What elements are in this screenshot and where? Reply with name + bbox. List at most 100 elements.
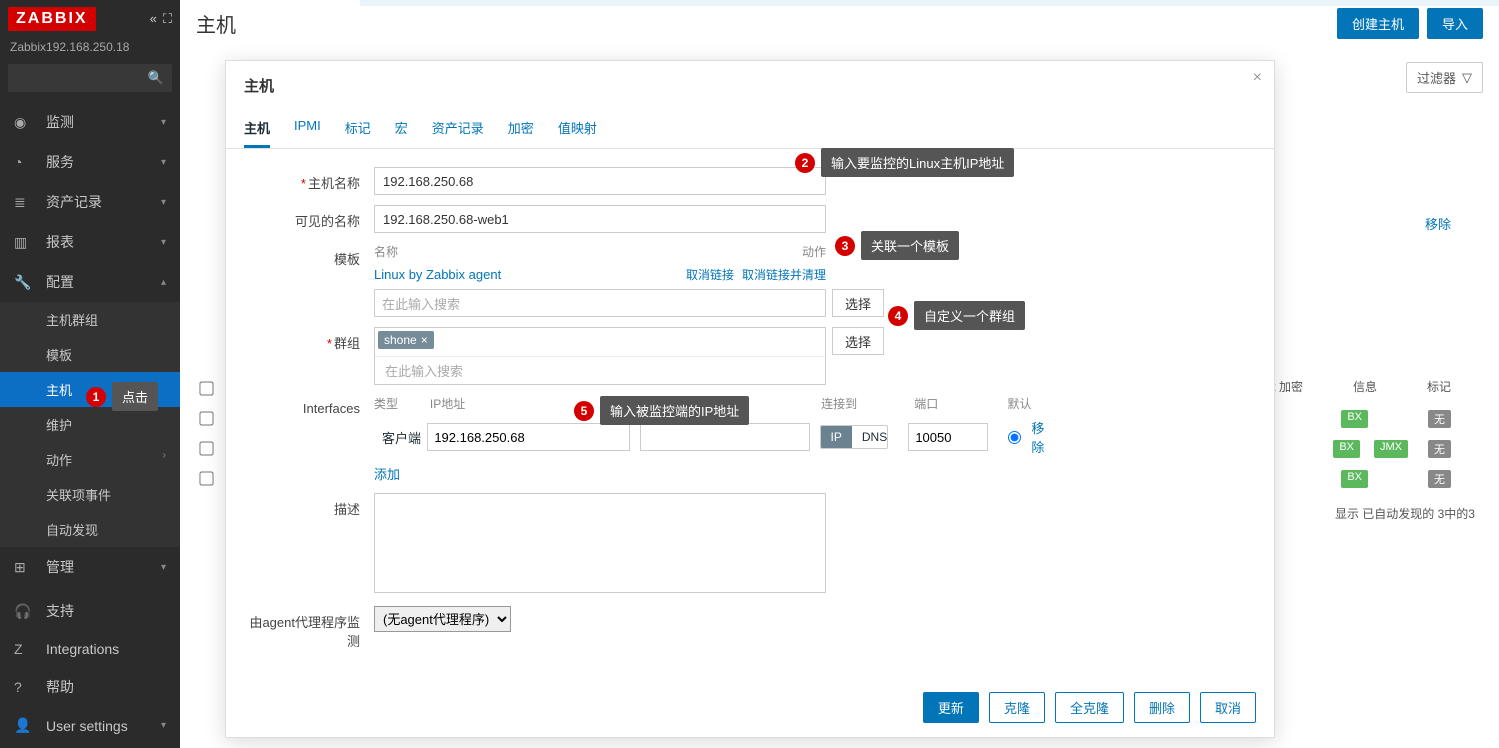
user-icon: 👤 <box>14 717 34 734</box>
delete-button[interactable]: 删除 <box>1134 692 1190 723</box>
filter-label: 过滤器 <box>1417 68 1456 87</box>
chevron-down-icon: ▾ <box>161 157 166 168</box>
unlink-clear-link[interactable]: 取消链接并清理 <box>742 266 826 283</box>
nav-monitoring[interactable]: ◉ 监测 ▾ <box>0 102 180 142</box>
groups-multiselect[interactable]: shone × 在此输入搜索 <box>374 327 826 385</box>
if-dns-input[interactable] <box>640 423 810 451</box>
nav-label: 配置 <box>46 272 74 292</box>
tab-host[interactable]: 主机 <box>244 110 270 148</box>
nav-label: 帮助 <box>46 677 74 697</box>
col-tags: 标记 <box>1427 378 1451 395</box>
row-checkbox[interactable] <box>199 471 213 485</box>
fullscreen-icon[interactable]: ⛶ <box>163 11 172 27</box>
visible-name-input[interactable] <box>374 205 826 233</box>
remove-tag-icon[interactable]: × <box>421 333 428 347</box>
nav-label: Integrations <box>46 641 119 657</box>
template-search[interactable]: 在此输入搜索 <box>374 289 826 317</box>
sub-hostgroups[interactable]: 主机群组 <box>0 302 180 337</box>
conn-dns[interactable]: DNS <box>852 426 888 448</box>
nav-user-settings[interactable]: 👤 User settings ▾ <box>0 707 180 744</box>
create-host-button[interactable]: 创建主机 <box>1337 8 1419 39</box>
template-linked[interactable]: Linux by Zabbix agent <box>374 267 686 282</box>
nav-reports[interactable]: ▥ 报表 ▾ <box>0 222 180 262</box>
group-tag[interactable]: shone × <box>378 331 434 349</box>
nav-services[interactable]: ◔ 服务 ▾ <box>0 142 180 182</box>
nav-inventory[interactable]: ≣ 资产记录 ▾ <box>0 182 180 222</box>
row-checkbox[interactable] <box>199 381 213 395</box>
sidebar: ZABBIX « ⛶ Zabbix192.168.250.18 🔍 ◉ 监测 ▾… <box>0 0 180 748</box>
tab-macros[interactable]: 宏 <box>395 110 408 148</box>
list-icon: ≣ <box>14 194 34 211</box>
nav-config[interactable]: 🔧 配置 ▴ <box>0 262 180 302</box>
help-icon: ? <box>14 679 34 695</box>
filter-button[interactable]: 过滤器 ▽ <box>1406 62 1483 93</box>
tab-valuemaps[interactable]: 值映射 <box>558 110 597 148</box>
conn-toggle[interactable]: IP DNS <box>820 425 889 449</box>
sub-correlation[interactable]: 关联项事件 <box>0 477 180 512</box>
tab-tags[interactable]: 标记 <box>345 110 371 148</box>
if-head-type: 类型 <box>374 395 430 412</box>
sub-actions[interactable]: 动作 › <box>0 442 180 477</box>
zabbix-logo: ZABBIX <box>8 7 96 31</box>
sidebar-search[interactable]: 🔍 <box>8 64 172 92</box>
unlink-link[interactable]: 取消链接 <box>686 266 734 283</box>
if-port-input[interactable] <box>908 423 988 451</box>
server-label: Zabbix192.168.250.18 <box>0 38 180 60</box>
nav-integrations[interactable]: Z Integrations <box>0 631 180 667</box>
zbx-badge: BX <box>1333 440 1360 458</box>
annotation-num-4: 4 <box>888 306 908 326</box>
import-button[interactable]: 导入 <box>1427 8 1483 39</box>
row-checkbox[interactable] <box>199 411 213 425</box>
nav-label: 服务 <box>46 152 74 172</box>
chevron-down-icon: ▾ <box>161 197 166 208</box>
remove-link-bg[interactable]: 移除 <box>1425 214 1451 233</box>
sub-maintenance[interactable]: 维护 <box>0 407 180 442</box>
row-checkbox[interactable] <box>199 441 213 455</box>
nav-config-sub: 主机群组 模板 主机 维护 动作 › 关联项事件 自动发现 <box>0 302 180 547</box>
tab-inventory[interactable]: 资产记录 <box>432 110 484 148</box>
if-remove-link[interactable]: 移除 <box>1031 418 1054 456</box>
group-select-button[interactable]: 选择 <box>832 327 884 355</box>
annotation-label-3: 关联一个模板 <box>861 231 959 260</box>
sub-templates[interactable]: 模板 <box>0 337 180 372</box>
if-ip-input[interactable] <box>427 423 629 451</box>
label-description: 描述 <box>334 502 360 517</box>
add-interface-link[interactable]: 添加 <box>374 464 400 483</box>
close-icon[interactable]: × <box>1253 69 1262 87</box>
template-select-button[interactable]: 选择 <box>832 289 884 317</box>
chevron-down-icon: ▾ <box>161 720 166 731</box>
host-name-input[interactable] <box>374 167 826 195</box>
host-modal: × 主机 主机 IPMI 标记 宏 资产记录 加密 值映射 *主机名称 可见的名… <box>225 60 1275 738</box>
gear-icon: ⊞ <box>14 559 34 576</box>
nav-label: 支持 <box>46 601 74 621</box>
if-default-radio[interactable] <box>1008 431 1021 444</box>
chevron-down-icon: ▾ <box>161 117 166 128</box>
encryption-none: 无 <box>1428 440 1451 458</box>
label-templates: 模板 <box>334 252 360 267</box>
collapse-icon[interactable]: « <box>150 11 157 27</box>
annotation-label-2: 输入要监控的Linux主机IP地址 <box>821 148 1014 177</box>
proxy-select[interactable]: (无agent代理程序) <box>374 606 511 632</box>
annotation-label-4: 自定义一个群组 <box>914 301 1025 330</box>
clock-icon: ◔ <box>14 154 34 170</box>
tab-encryption[interactable]: 加密 <box>508 110 534 148</box>
filter-icon: ▽ <box>1462 70 1472 86</box>
update-button[interactable]: 更新 <box>923 692 979 723</box>
annotation-num-5: 5 <box>574 401 594 421</box>
cancel-button[interactable]: 取消 <box>1200 692 1256 723</box>
full-clone-button[interactable]: 全克隆 <box>1055 692 1124 723</box>
encryption-none: 无 <box>1428 470 1451 488</box>
conn-ip[interactable]: IP <box>821 426 852 448</box>
nav-admin[interactable]: ⊞ 管理 ▾ <box>0 547 180 587</box>
nav-help[interactable]: ? 帮助 <box>0 667 180 707</box>
sub-discovery[interactable]: 自动发现 <box>0 512 180 547</box>
description-textarea[interactable] <box>374 493 826 593</box>
chart-icon: ▥ <box>14 234 34 251</box>
clone-button[interactable]: 克隆 <box>989 692 1045 723</box>
nav-support[interactable]: 🎧 支持 <box>0 591 180 631</box>
tab-ipmi[interactable]: IPMI <box>294 110 321 148</box>
nav-label: 监测 <box>46 112 74 132</box>
discover-summary: 显示 已自动发现的 3中的3 <box>1335 505 1475 522</box>
nav-label: 管理 <box>46 557 74 577</box>
tmpl-col-action: 动作 <box>802 243 826 260</box>
